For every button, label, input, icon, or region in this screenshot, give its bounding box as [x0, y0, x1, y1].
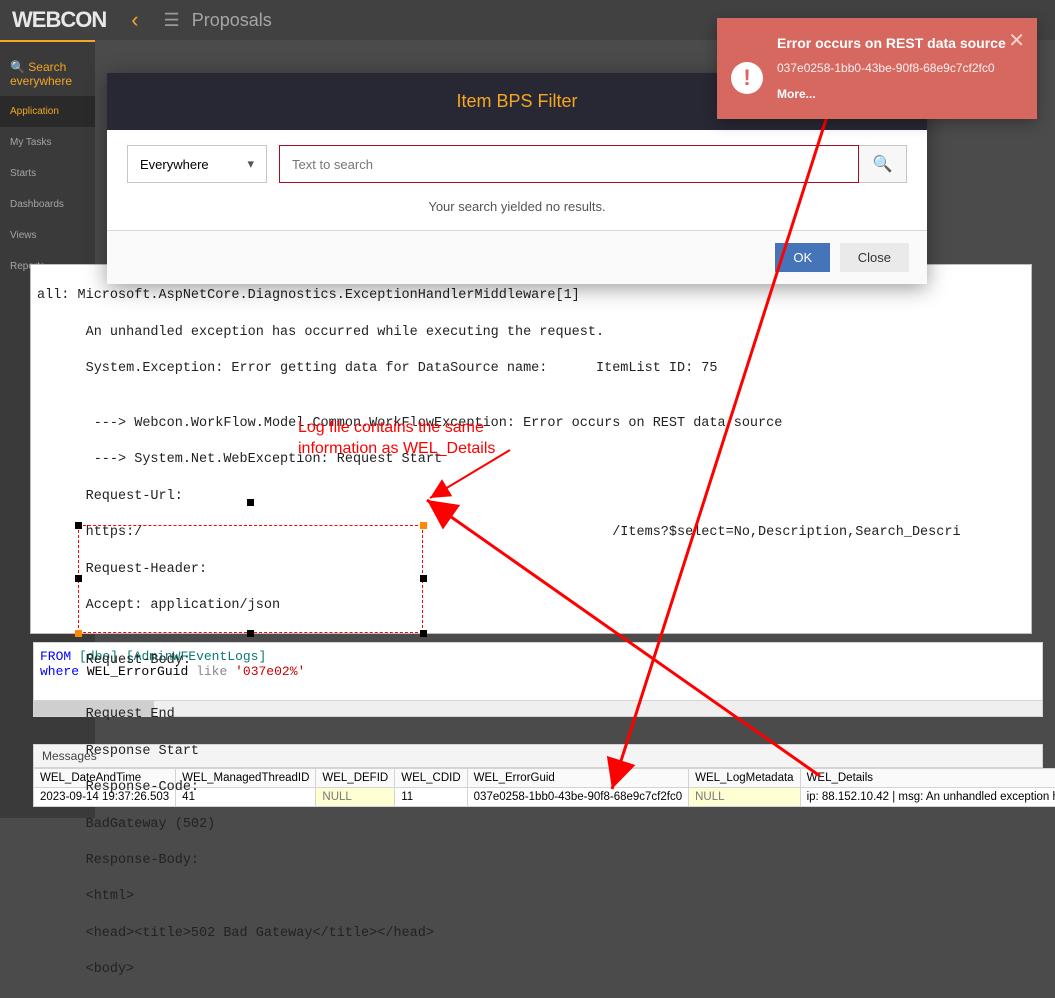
log-line: Request-Url: [37, 488, 1025, 506]
log-line: ---> Webcon.WorkFlow.Model.Common.WorkFl… [37, 415, 1025, 433]
scope-value: Everywhere [140, 157, 209, 172]
log-panel: all: Microsoft.AspNetCore.Diagnostics.Ex… [30, 264, 1032, 634]
error-toast: ! ✕ Error occurs on REST data source 037… [717, 18, 1037, 119]
log-line: An unhandled exception has occurred whil… [37, 324, 1025, 342]
toast-title: Error occurs on REST data source [777, 34, 1019, 52]
page-title: Proposals [192, 10, 272, 31]
search-button[interactable]: 🔍 [859, 145, 907, 183]
back-chevron-icon[interactable]: ‹ [131, 7, 138, 33]
ok-button[interactable]: OK [775, 243, 830, 272]
grid-icon[interactable]: ☰ [164, 10, 180, 31]
sidebar-item-application[interactable]: Application [0, 96, 95, 127]
log-line: https:/ /Items?$select=No,Description,Se… [37, 524, 1025, 542]
log-line: Request-Body: [37, 652, 1025, 670]
chevron-down-icon: ▾ [247, 156, 254, 172]
logo: WEBCON [12, 7, 106, 33]
log-line: ---> System.Net.WebException: Request St… [37, 451, 1025, 469]
annotation-text: Log file contains the same information a… [298, 418, 495, 460]
toast-more-link[interactable]: More... [777, 87, 1019, 101]
sidebar-item-views[interactable]: Views [0, 220, 95, 251]
log-line: <html> [37, 888, 1025, 906]
search-input[interactable] [279, 145, 859, 183]
log-line: Response Start [37, 743, 1025, 761]
toast-guid: 037e0258-1bb0-43be-90f8-68e9c7cf2fc0 [777, 60, 1019, 77]
toast-close-icon[interactable]: ✕ [1008, 28, 1025, 53]
sidebar-item-mytasks[interactable]: My Tasks [0, 127, 95, 158]
error-icon: ! [731, 62, 763, 94]
sidebar-search[interactable]: 🔍 Search everywhere [0, 52, 95, 96]
log-line: Request End [37, 706, 1025, 724]
log-line: BadGateway (502) [37, 816, 1025, 834]
log-line: <body> [37, 961, 1025, 979]
no-results-text: Your search yielded no results. [127, 193, 907, 220]
log-line: Request-Header: [37, 561, 1025, 579]
log-line: all: Microsoft.AspNetCore.Diagnostics.Ex… [37, 287, 1025, 305]
log-line: Response-Code: [37, 779, 1025, 797]
sidebar-item-dashboards[interactable]: Dashboards [0, 189, 95, 220]
sidebar-item-starts[interactable]: Starts [0, 158, 95, 189]
log-line: Response-Body: [37, 852, 1025, 870]
log-line: Accept: application/json [37, 597, 1025, 615]
close-button[interactable]: Close [840, 243, 909, 272]
search-icon: 🔍 [873, 154, 893, 174]
log-line: <head><title>502 Bad Gateway</title></he… [37, 925, 1025, 943]
log-line: System.Exception: Error getting data for… [37, 360, 1025, 378]
scope-select[interactable]: Everywhere ▾ [127, 145, 267, 183]
